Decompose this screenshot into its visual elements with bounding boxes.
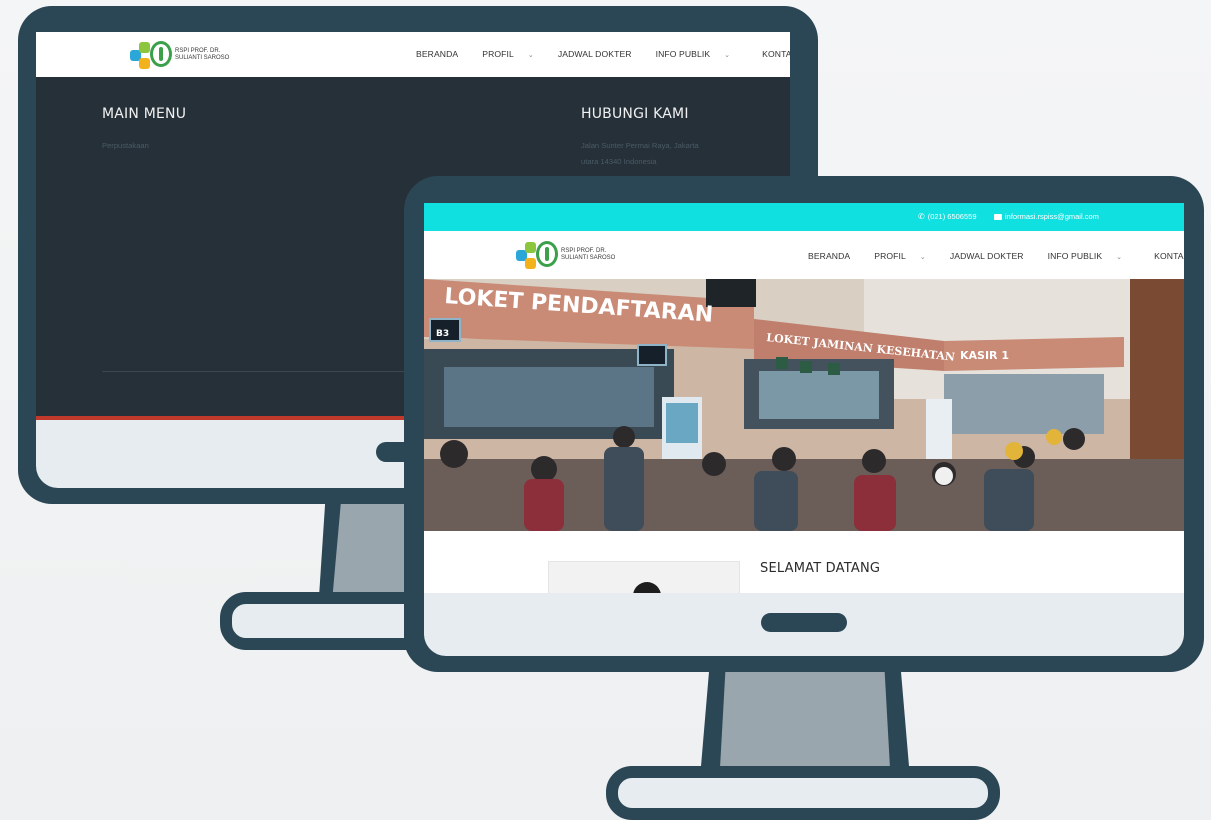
front-monitor-neck	[700, 660, 910, 778]
nav-profil[interactable]: PROFIL ⌄	[874, 251, 938, 261]
topbar-phone[interactable]: ✆ (021) 6506559	[918, 212, 977, 221]
address-line-1: Jalan Sunter Permai Raya, Jakarta	[581, 141, 699, 150]
chevron-down-icon: ⌄	[919, 254, 926, 261]
nav-beranda[interactable]: BERANDA	[416, 49, 470, 59]
chevron-down-icon: ⌄	[1116, 254, 1123, 261]
hero-banner-photo: LOKET PENDAFTARAN LOKET JAMINAN KESEHATA…	[424, 279, 1184, 531]
chevron-down-icon: ⌄	[527, 52, 534, 59]
logo-line-2: SULIANTI SAROSO	[561, 255, 616, 261]
footer-main-menu-title: MAIN MENU	[102, 106, 187, 122]
nav-info-publik[interactable]: INFO PUBLIK ⌄	[656, 49, 743, 59]
front-main-nav: BERANDA PROFIL ⌄ JADWAL DOKTER INFO PUBLI…	[808, 251, 1184, 261]
welcome-portrait	[548, 561, 740, 593]
hospital-logo-icon	[128, 39, 172, 71]
nav-beranda[interactable]: BERANDA	[808, 251, 862, 261]
footer-link-perpustakaan[interactable]: Perpustakaan	[102, 138, 149, 154]
logo-line-1: RSPI PROF. DR.	[175, 48, 221, 54]
counter-b3: B3	[436, 329, 449, 339]
nav-jadwal-dokter[interactable]: JADWAL DOKTER	[558, 49, 644, 59]
chevron-down-icon: ⌄	[724, 52, 731, 59]
nav-kontak-kami[interactable]: KONTAK KAMI⌄	[1154, 251, 1184, 261]
hospital-logo-icon	[514, 239, 558, 271]
front-monitor-screen: ✆ (021) 6506559 informasi.rspiss@gmail.c…	[424, 203, 1184, 593]
logo-line-2: SULIANTI SAROSO	[175, 55, 230, 61]
topbar-email[interactable]: informasi.rspiss@gmail.com	[994, 212, 1099, 221]
envelope-icon	[994, 213, 1002, 220]
nav-profil[interactable]: PROFIL ⌄	[482, 49, 546, 59]
front-site-header: RSPI PROF. DR. SULIANTI SAROSO BERANDA P…	[424, 231, 1184, 279]
logo-line-1: RSPI PROF. DR.	[561, 248, 607, 254]
nav-kontak-kami[interactable]: KONTAK KAMI⌄	[762, 49, 790, 59]
nav-jadwal-dokter[interactable]: JADWAL DOKTER	[950, 251, 1036, 261]
contact-topbar: ✆ (021) 6506559 informasi.rspiss@gmail.c…	[424, 203, 1184, 231]
front-site-logo[interactable]: RSPI PROF. DR. SULIANTI SAROSO	[514, 239, 615, 271]
portrait-head	[633, 582, 661, 593]
sign-kasir: KASIR 1	[960, 349, 1009, 362]
footer-address: Jalan Sunter Permai Raya, Jakarta utara …	[581, 138, 699, 170]
footer-contact-title: HUBUNGI KAMI	[581, 106, 689, 122]
registration-hall-illustration: LOKET PENDAFTARAN LOKET JAMINAN KESEHATA…	[424, 279, 1184, 531]
back-site-logo[interactable]: RSPI PROF. DR. SULIANTI SAROSO	[128, 39, 229, 71]
front-monitor-chin	[424, 593, 1184, 656]
address-line-2: utara 14340 Indonesia	[581, 157, 657, 166]
front-monitor-base	[606, 766, 1000, 820]
front-monitor-slot	[761, 613, 847, 632]
back-main-nav: BERANDA PROFIL ⌄ JADWAL DOKTER INFO PUBLI…	[416, 49, 790, 59]
nav-info-publik[interactable]: INFO PUBLIK ⌄	[1048, 251, 1135, 261]
phone-icon: ✆	[918, 212, 925, 221]
welcome-title: SELAMAT DATANG	[760, 561, 881, 576]
back-site-header: RSPI PROF. DR. SULIANTI SAROSO BERANDA P…	[36, 32, 790, 77]
